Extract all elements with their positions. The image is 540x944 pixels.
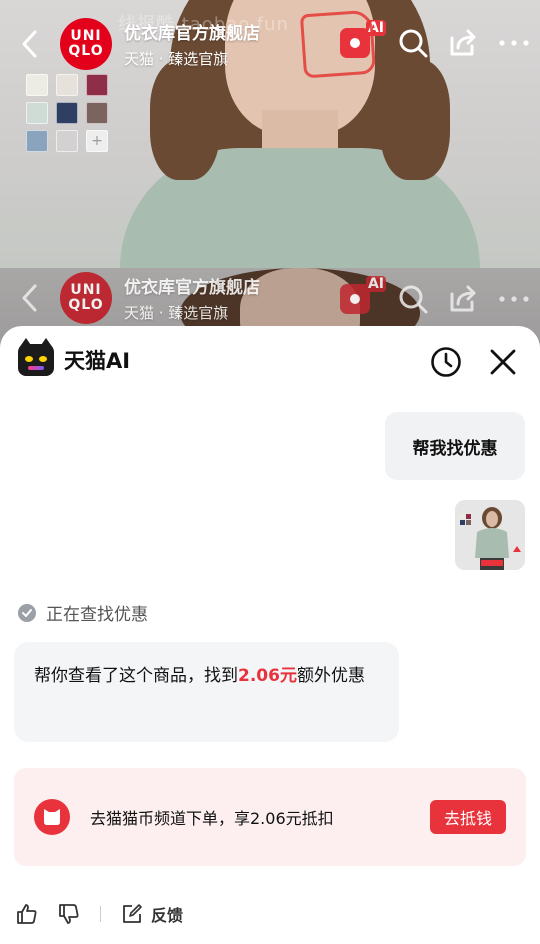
answer-text-before: 帮你查看了这个商品，找到 [34, 666, 238, 686]
ai-assistant-button-dimmed: AI [340, 276, 386, 314]
header-actions-dimmed: AI [340, 276, 530, 314]
color-swatch[interactable] [26, 102, 48, 124]
store-header-dimmed: UNI QLO 优衣库官方旗舰店 天猫 · 臻选官旗 AI [0, 262, 540, 334]
search-icon[interactable] [398, 28, 428, 58]
color-swatch[interactable] [26, 130, 48, 152]
color-swatches: + [26, 74, 108, 152]
status-text: 正在查找优惠 [46, 605, 148, 625]
tmall-cat-logo-icon [18, 338, 54, 376]
sheet-header: 天猫AI [18, 338, 131, 376]
color-swatch[interactable] [26, 74, 48, 96]
search-status: 正在查找优惠 [18, 600, 148, 625]
more-colors-button[interactable]: + [86, 130, 108, 152]
share-icon [450, 285, 476, 312]
product-thumbnail[interactable] [455, 500, 525, 570]
history-clock-icon[interactable] [430, 346, 462, 378]
store-name: 优衣库官方旗舰店 [124, 278, 260, 298]
feedback-label[interactable]: 反馈 [151, 902, 183, 926]
edit-feedback-icon[interactable] [121, 903, 143, 925]
color-swatch[interactable] [86, 102, 108, 124]
ai-answer-bubble: 帮你查看了这个商品，找到2.06元额外优惠 [14, 642, 399, 742]
search-icon [399, 285, 428, 314]
uniqlo-logo[interactable]: UNI QLO [60, 18, 112, 70]
store-info-dimmed: 优衣库官方旗舰店 天猫 · 臻选官旗 [124, 273, 260, 323]
page: 线报酷 taobao.fun UNI QLO 优衣库官方旗舰店 天猫 · 臻选官… [0, 0, 540, 944]
color-swatch[interactable] [56, 102, 78, 124]
record-icon [350, 294, 360, 304]
discount-amount: 2.06元 [238, 666, 297, 686]
close-icon[interactable] [488, 346, 518, 378]
uniqlo-logo-dimmed: UNI QLO [60, 272, 112, 324]
user-message-bubble: 帮我找优惠 [385, 412, 525, 480]
logo-line-2: QLO [68, 43, 104, 59]
store-name: 优衣库官方旗舰店 [124, 24, 260, 44]
ai-tag: AI [365, 276, 386, 292]
logo-line-1: UNI [70, 282, 102, 298]
logo-line-1: UNI [70, 28, 102, 44]
redeem-button[interactable]: 去抵钱 [430, 800, 506, 834]
chevron-left-icon [22, 284, 37, 312]
store-info[interactable]: 优衣库官方旗舰店 天猫 · 臻选官旗 [124, 19, 260, 69]
share-icon[interactable] [448, 28, 478, 58]
more-icon [499, 296, 529, 302]
back-button-dimmed [0, 268, 60, 328]
chevron-left-icon [22, 30, 37, 58]
logo-line-2: QLO [68, 297, 104, 313]
answer-text-after: 额外优惠 [296, 666, 365, 686]
store-header: UNI QLO 优衣库官方旗舰店 天猫 · 臻选官旗 AI [0, 8, 540, 80]
offer-text: 去猫猫币频道下单，享2.06元抵扣 [90, 809, 334, 828]
back-button[interactable] [0, 14, 60, 74]
ai-assistant-sheet: 天猫AI 帮我找优惠 正在查找优惠 帮你查看了这个商品，找到2.06元额外优惠 … [0, 326, 540, 944]
divider [100, 906, 101, 922]
more-icon[interactable] [498, 28, 530, 58]
thumbs-up-icon[interactable] [16, 903, 38, 925]
thumbs-down-icon[interactable] [58, 903, 80, 925]
cat-coin-icon [34, 799, 70, 835]
color-swatch[interactable] [56, 130, 78, 152]
sheet-title: 天猫AI [64, 349, 131, 373]
store-subtitle: 天猫 · 臻选官旗 [124, 50, 229, 68]
color-swatch[interactable] [56, 74, 78, 96]
color-swatch[interactable] [86, 74, 108, 96]
product-thumbnail-image [455, 500, 525, 570]
highlight-circle [299, 9, 377, 79]
store-subtitle: 天猫 · 臻选官旗 [124, 304, 229, 322]
coupon-offer-card[interactable]: 去猫猫币频道下单，享2.06元抵扣 去抵钱 [14, 768, 526, 866]
check-circle-icon [18, 603, 36, 622]
sheet-header-actions [430, 346, 518, 378]
feedback-bar: 反馈 [16, 902, 183, 926]
